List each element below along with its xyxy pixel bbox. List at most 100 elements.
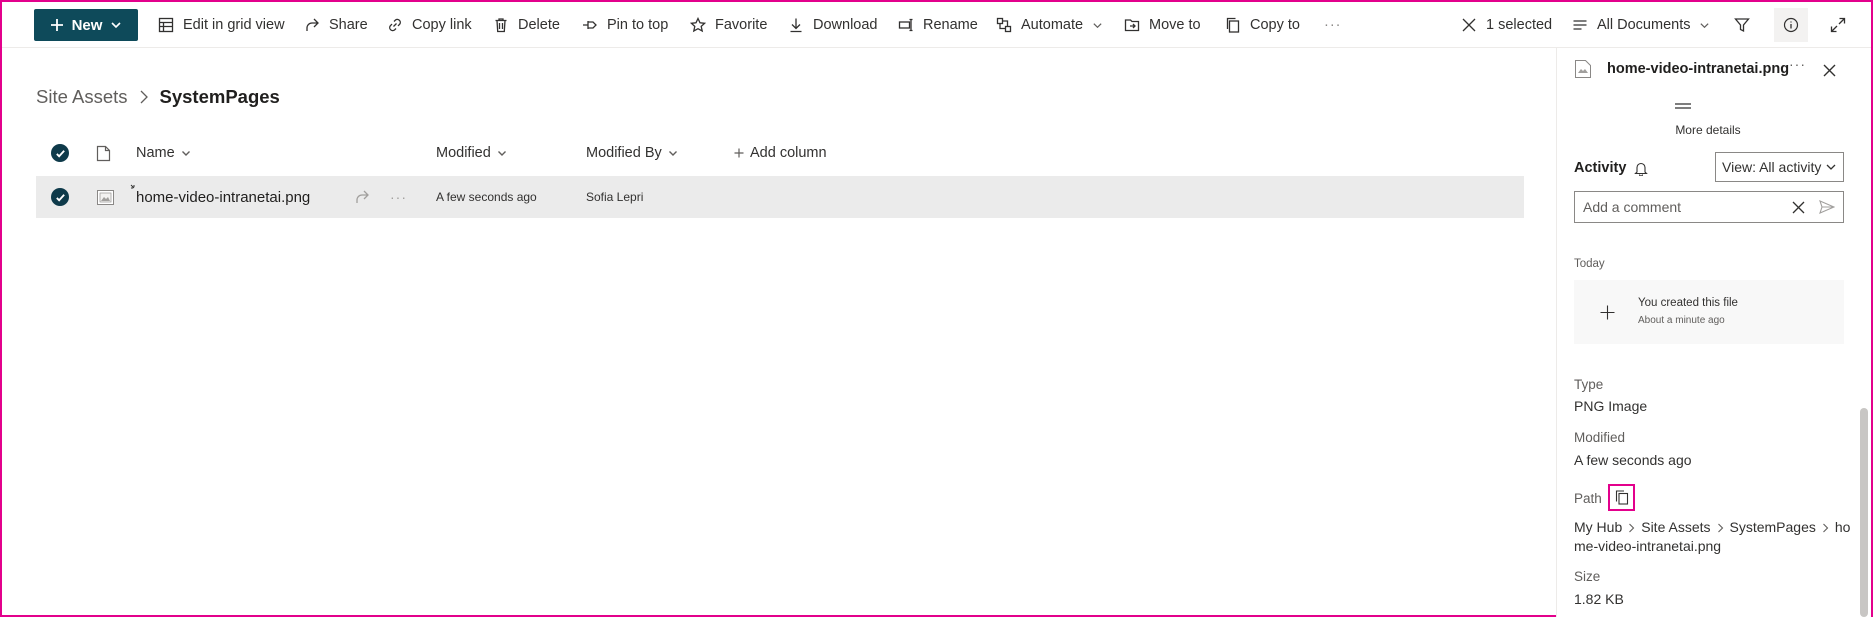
details-pane: home-video-intranetai.png ··· More detai…: [1556, 48, 1871, 617]
checkmark-icon: [55, 193, 65, 202]
new-button[interactable]: New: [34, 9, 138, 41]
column-header-name[interactable]: Name: [136, 135, 191, 171]
copy-to-button[interactable]: Copy to: [1225, 2, 1300, 48]
today-label: Today: [1574, 258, 1605, 270]
path-folder-link[interactable]: SystemPages: [1730, 518, 1816, 537]
type-label: Type: [1574, 377, 1604, 392]
plus-icon: [1600, 305, 1615, 320]
more-details-link[interactable]: More details: [1557, 123, 1859, 137]
drag-handle-icon: [1675, 103, 1691, 109]
bell-icon[interactable]: [1634, 161, 1649, 176]
chevron-down-icon: [1093, 22, 1102, 28]
new-file-sparkle-icon: [130, 184, 135, 189]
activity-time: About a minute ago: [1638, 315, 1725, 326]
plus-icon: [50, 19, 63, 31]
chevron-down-icon: [181, 151, 190, 156]
add-column-button[interactable]: Add column: [734, 135, 827, 171]
checkmark-icon: [55, 149, 65, 158]
delete-button[interactable]: Delete: [493, 2, 560, 48]
share-file-button[interactable]: [354, 176, 370, 218]
type-value: PNG Image: [1574, 398, 1648, 414]
activity-title: You created this file: [1638, 297, 1738, 309]
favorite-button[interactable]: Favorite: [690, 2, 767, 48]
breadcrumb-site-assets[interactable]: Site Assets: [36, 86, 128, 108]
new-button-label: New: [71, 16, 103, 34]
folder-move-icon: [1124, 19, 1140, 32]
expand-icon: [1830, 17, 1846, 33]
column-header-modified-by[interactable]: Modified By: [586, 135, 678, 171]
share-icon: [306, 18, 319, 31]
select-all-checkbox[interactable]: [51, 135, 69, 171]
document-icon: [96, 145, 111, 161]
info-icon: [1783, 17, 1799, 33]
activity-item: You created this file About a minute ago: [1574, 280, 1844, 344]
comment-input[interactable]: Add a comment: [1574, 191, 1844, 223]
share-button[interactable]: Share: [304, 2, 368, 48]
file-more-actions-button[interactable]: ···: [390, 176, 407, 218]
activity-filter-select[interactable]: View: All activity: [1715, 152, 1844, 182]
grid-icon: [158, 17, 174, 33]
activity-heading: Activity: [1574, 160, 1649, 176]
pin-icon: [583, 21, 597, 29]
row-checkbox[interactable]: [51, 176, 69, 218]
send-icon[interactable]: [1819, 200, 1835, 214]
selected-count: 1 selected: [1486, 17, 1553, 33]
file-path: My Hub Site Assets SystemPages ho me-vid…: [1574, 518, 1859, 556]
filter-icon: [1734, 18, 1750, 33]
list-view-icon: [1573, 20, 1587, 30]
clear-icon[interactable]: [1792, 201, 1805, 214]
star-icon: [690, 17, 706, 33]
path-site-link[interactable]: Site Assets: [1641, 518, 1710, 537]
modified-value: A few seconds ago: [1574, 452, 1692, 468]
rename-button[interactable]: Rename: [898, 2, 978, 48]
plus-icon: [734, 148, 744, 158]
column-header-modified[interactable]: Modified: [436, 135, 507, 171]
table-row[interactable]: home-video-intranetai.png ··· A few seco…: [36, 176, 1524, 218]
chevron-right-icon: [1629, 523, 1635, 532]
size-value: 1.82 KB: [1574, 591, 1624, 607]
command-bar: New Edit in grid view Share Copy link De…: [2, 2, 1871, 48]
automate-button[interactable]: Automate: [996, 2, 1103, 48]
copy-icon: [1226, 17, 1240, 33]
copy-link-button[interactable]: Copy link: [387, 2, 472, 48]
more-actions-button[interactable]: ···: [1324, 2, 1342, 48]
size-label: Size: [1574, 569, 1601, 584]
modified-by-cell[interactable]: Sofia Lepri: [586, 176, 643, 218]
page-title: SystemPages: [159, 86, 280, 107]
details-more-button[interactable]: ···: [1789, 56, 1806, 72]
details-scrollbar[interactable]: [1860, 408, 1868, 617]
details-file-icon: [1575, 60, 1591, 78]
share-icon: [356, 190, 369, 203]
copy-path-button[interactable]: [1608, 484, 1635, 511]
filter-button[interactable]: [1734, 2, 1750, 48]
chevron-right-icon: [1717, 523, 1723, 532]
file-type-column-header[interactable]: [96, 135, 111, 171]
download-icon: [790, 18, 802, 33]
copy-icon: [1615, 490, 1628, 505]
chevron-down-icon: [668, 151, 677, 156]
close-pane-button[interactable]: [1823, 64, 1836, 77]
image-file-icon: [97, 189, 114, 205]
path-hub-link[interactable]: My Hub: [1574, 518, 1622, 537]
rename-icon: [898, 18, 913, 32]
view-switcher[interactable]: All Documents: [1572, 2, 1710, 48]
expand-button[interactable]: [1830, 2, 1846, 48]
automate-icon: [996, 17, 1012, 33]
clear-selection-button[interactable]: 1 selected: [1461, 2, 1552, 48]
close-icon: [1462, 18, 1476, 32]
path-file-part1[interactable]: ho: [1835, 518, 1851, 537]
path-label: Path: [1574, 491, 1602, 506]
pin-to-top-button[interactable]: Pin to top: [582, 2, 668, 48]
trash-icon: [495, 18, 507, 33]
path-file-part2[interactable]: me-video-intranetai.png: [1574, 537, 1859, 556]
details-file-name: home-video-intranetai.png: [1607, 61, 1790, 77]
chevron-down-icon: [1700, 22, 1710, 28]
close-icon: [1823, 64, 1836, 77]
edit-grid-view-button[interactable]: Edit in grid view: [158, 2, 285, 48]
file-name-link[interactable]: home-video-intranetai.png: [130, 176, 310, 218]
move-to-button[interactable]: Move to: [1124, 2, 1201, 48]
modified-label: Modified: [1574, 430, 1626, 445]
download-button[interactable]: Download: [788, 2, 878, 48]
chevron-right-icon: [1822, 523, 1829, 532]
info-pane-button[interactable]: [1774, 8, 1808, 42]
